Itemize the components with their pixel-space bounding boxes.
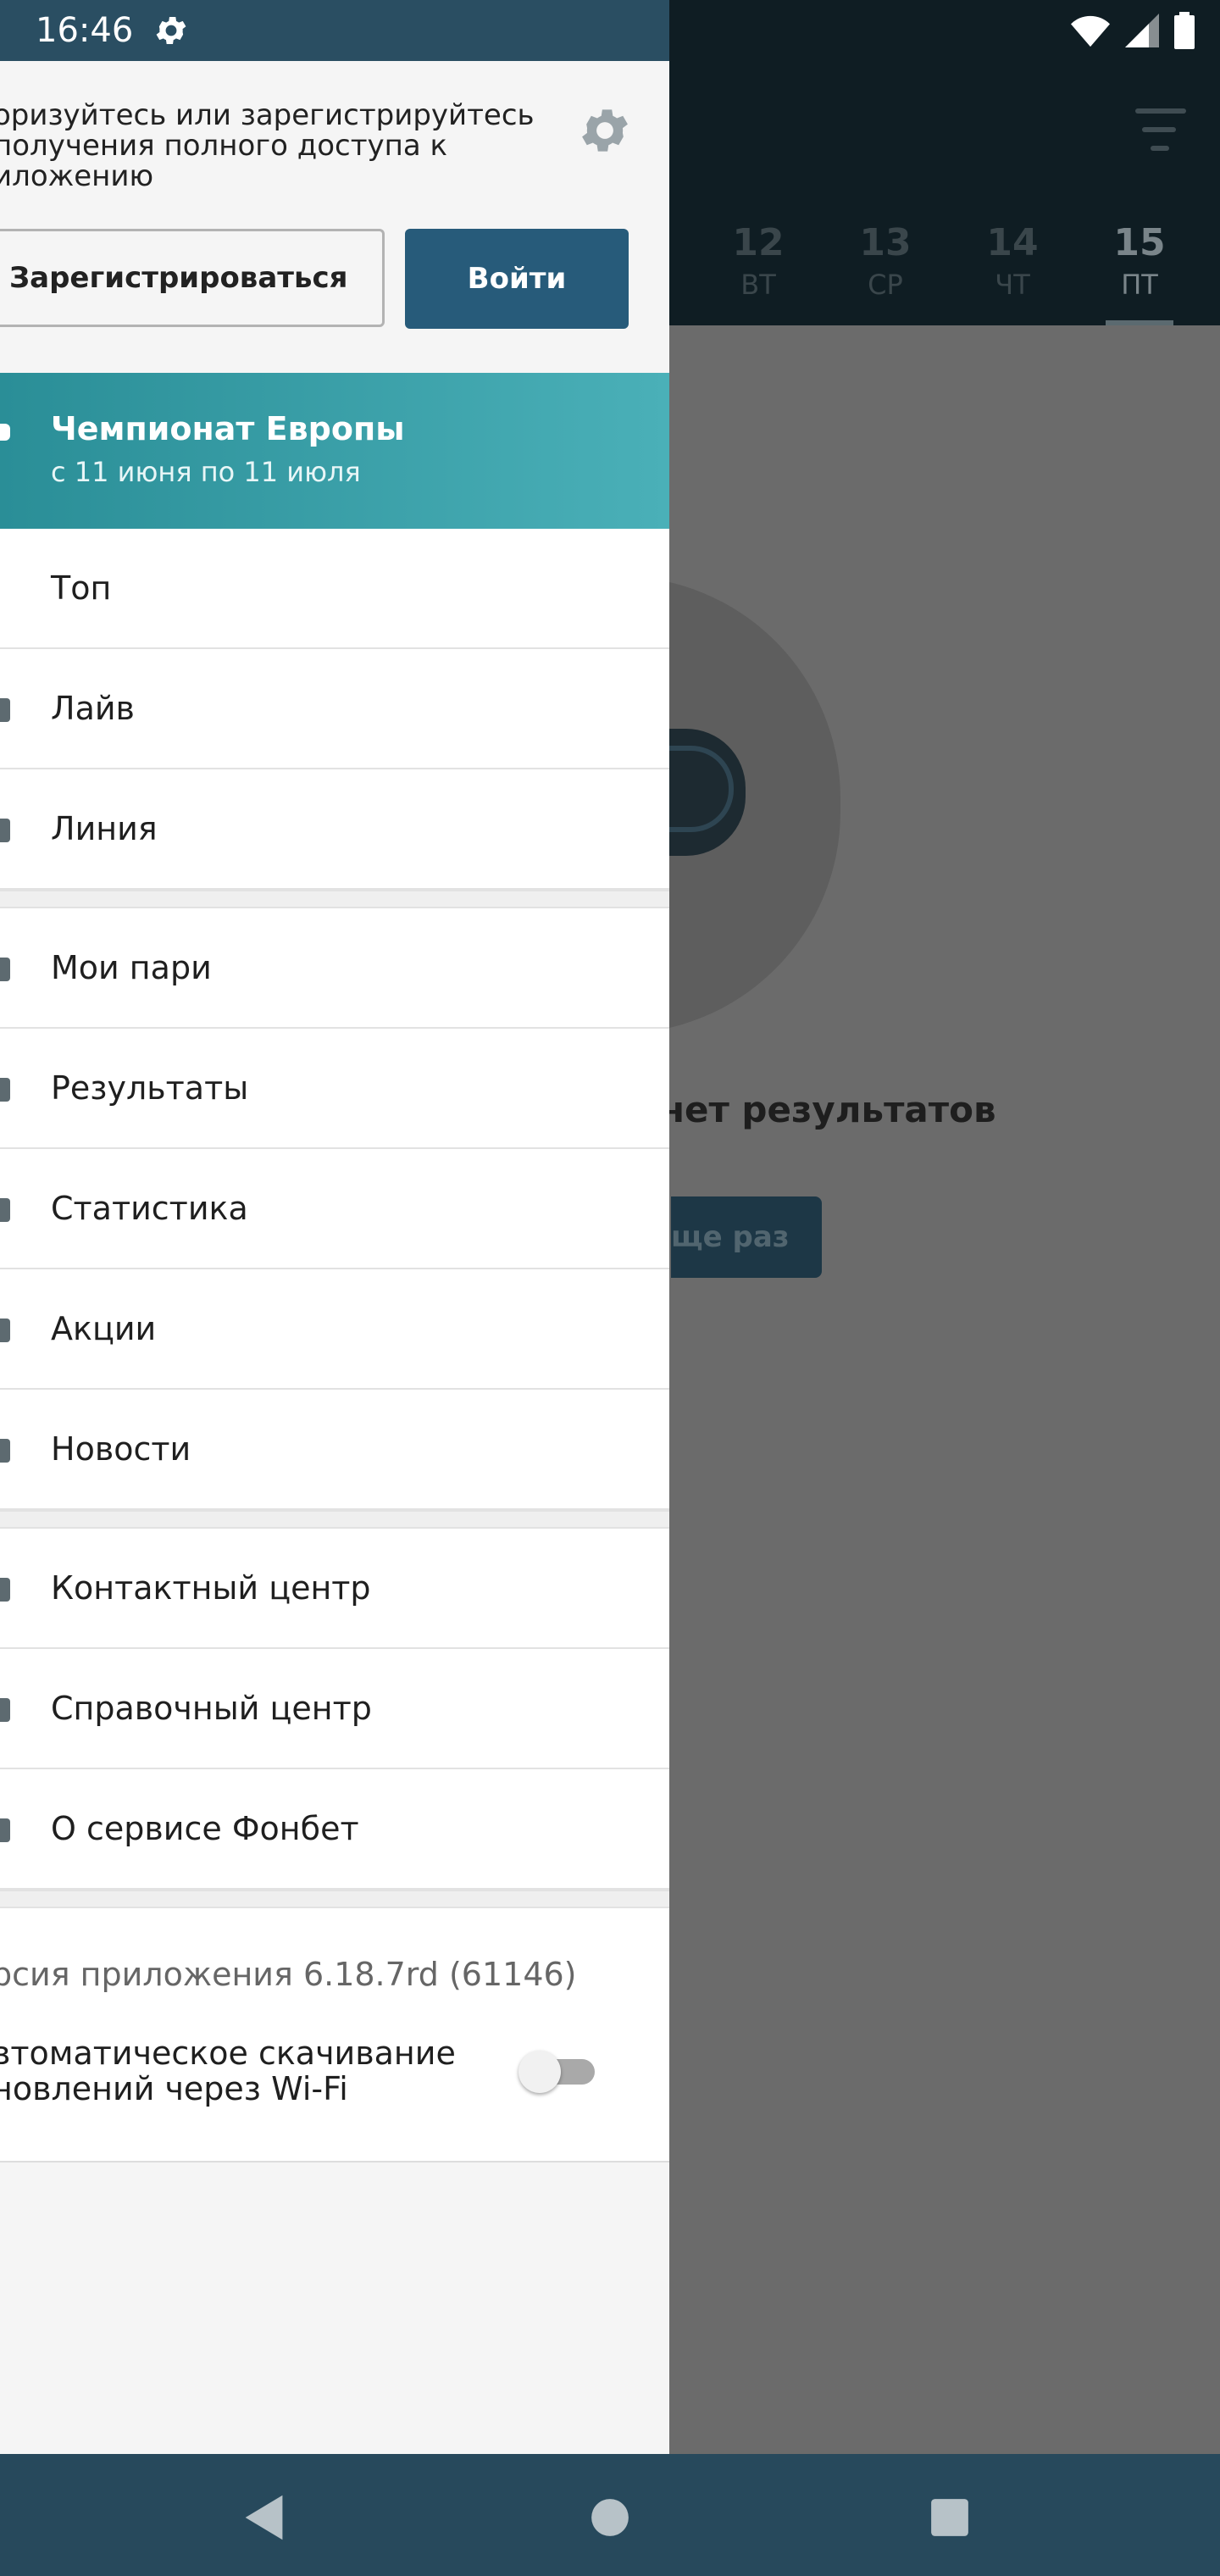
menu-item-label: Линия [51, 810, 158, 847]
wifi-icon [1071, 15, 1110, 47]
recent-apps-icon[interactable] [920, 2488, 979, 2547]
menu-item-label: Акции [51, 1310, 157, 1347]
menu-item-label: Мои пари [51, 949, 212, 986]
statistics-icon [0, 1198, 10, 1222]
toggle-knob [518, 2051, 561, 2093]
no-results-text: т нет результатов [627, 1089, 996, 1130]
menu-item-statistics[interactable]: Статистика [0, 1149, 669, 1269]
retry-button: ще раз [671, 1196, 822, 1278]
auth-prompt-text: оризуйтесь или зарегистрируйтесь получен… [0, 98, 535, 193]
date-item: 14 ЧТ [966, 220, 1059, 303]
menu-item-label: Топ [51, 569, 112, 607]
system-navigation-bar [0, 2454, 1220, 2576]
menu-divider [0, 890, 669, 908]
back-icon[interactable] [236, 2488, 295, 2547]
app-version-text: рсия приложения 6.18.7rd (61146) [0, 1956, 577, 1993]
date-day: 14 [986, 221, 1039, 264]
date-day: 12 [732, 221, 785, 264]
menu-item-about[interactable]: О сервисе Фонбет [0, 1769, 669, 1890]
settings-gear-icon [156, 17, 186, 44]
promo-title: Чемпионат Европы [51, 410, 405, 447]
register-button[interactable]: Зарегистрироваться [0, 229, 385, 327]
menu-item-contact-center[interactable]: Контактный центр [0, 1529, 669, 1649]
menu-item-label: Лайв [51, 690, 135, 727]
menu-item-results[interactable]: Результаты [0, 1029, 669, 1149]
menu-item-label: Контактный центр [51, 1569, 371, 1607]
menu-item-label: О сервисе Фонбет [51, 1810, 359, 1847]
date-dow: ПТ [1121, 269, 1158, 301]
menu-divider [0, 1510, 669, 1529]
menu-divider [0, 1890, 669, 1908]
date-day: 15 [1113, 221, 1166, 264]
filter-icon [1127, 108, 1195, 159]
trophy-icon [0, 424, 10, 441]
date-item: 13 СР [839, 220, 932, 303]
menu-item-promotions[interactable]: Акции [0, 1269, 669, 1390]
app-info-block: рсия приложения 6.18.7rd (61146) втомати… [0, 1908, 669, 2162]
news-icon [0, 1439, 10, 1463]
status-bar: 16:46 [0, 0, 1220, 61]
promotions-icon [0, 1319, 10, 1342]
date-day: 13 [859, 221, 912, 264]
promo-subtitle: с 11 июня по 11 июля [51, 456, 361, 488]
status-time: 16:46 [36, 11, 134, 50]
menu-item-news[interactable]: Новости [0, 1390, 669, 1510]
signal-icon [1125, 14, 1159, 47]
home-icon[interactable] [580, 2488, 640, 2547]
status-icons [1071, 12, 1195, 49]
help-icon [0, 1698, 10, 1722]
results-icon [0, 1078, 10, 1102]
coupon-icon [0, 958, 10, 981]
live-icon [0, 698, 10, 722]
menu-item-line[interactable]: Линия [0, 769, 669, 890]
date-item: 12 ВТ [712, 220, 805, 303]
auto-update-toggle[interactable] [518, 2042, 600, 2096]
login-button[interactable]: Войти [405, 229, 629, 329]
menu-item-label: Новости [51, 1430, 191, 1468]
navigation-drawer: оризуйтесь или зарегистрируйтесь получен… [0, 61, 669, 2454]
battery-icon [1174, 12, 1195, 49]
auto-update-label: втоматическое скачивание новлений через … [0, 2035, 456, 2107]
date-item-active: 15 ПТ [1093, 220, 1186, 325]
info-icon [0, 1818, 10, 1842]
date-active-underline [1106, 320, 1173, 325]
menu-item-label: Статистика [51, 1190, 248, 1227]
menu-item-label: Справочный центр [51, 1690, 372, 1727]
line-icon [0, 819, 10, 842]
promo-banner[interactable]: Чемпионат Европы с 11 июня по 11 июля [0, 373, 669, 529]
phone-icon [0, 1578, 10, 1602]
menu-item-top[interactable]: Топ [0, 529, 669, 649]
date-dow: ЧТ [995, 269, 1030, 301]
settings-gear-icon[interactable] [576, 102, 634, 159]
date-strip: 12 ВТ 13 СР 14 ЧТ 15 ПТ [712, 220, 1203, 325]
date-dow: СР [868, 269, 903, 301]
menu-item-live[interactable]: Лайв [0, 649, 669, 769]
retry-label: ще раз [671, 1220, 790, 1254]
menu-item-label: Результаты [51, 1069, 249, 1107]
date-dow: ВТ [740, 269, 776, 301]
menu-item-help-center[interactable]: Справочный центр [0, 1649, 669, 1769]
menu-item-my-bets[interactable]: Мои пари [0, 908, 669, 1029]
